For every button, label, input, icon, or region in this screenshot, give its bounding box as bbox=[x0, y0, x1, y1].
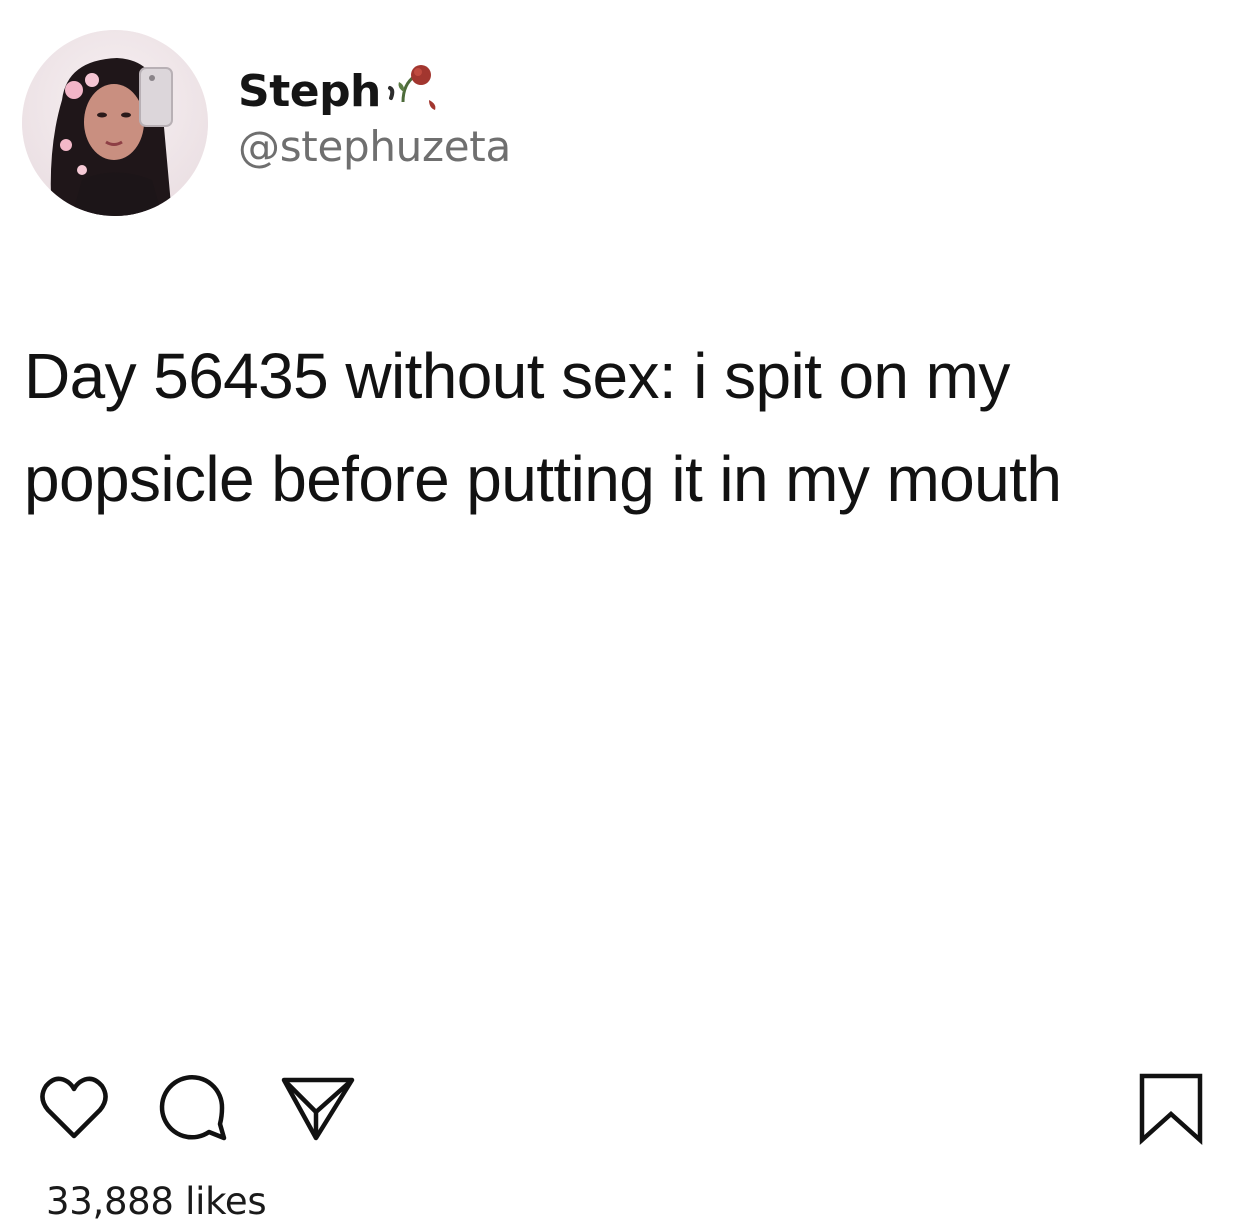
paper-plane-icon[interactable] bbox=[276, 1070, 360, 1151]
avatar[interactable] bbox=[22, 30, 208, 216]
display-name[interactable]: Steph bbox=[238, 66, 381, 117]
user-handle[interactable]: @stephuzeta bbox=[238, 122, 511, 171]
bookmark-icon[interactable] bbox=[1136, 1070, 1206, 1151]
speech-bubble-icon[interactable] bbox=[154, 1070, 230, 1151]
post-text: Day 56435 without sex: i spit on my pops… bbox=[24, 340, 1062, 515]
post-header: Steph @stephuzeta bbox=[22, 30, 511, 216]
likes-count[interactable]: 33,888 likes bbox=[46, 1180, 267, 1223]
wilted-rose-icon bbox=[385, 58, 443, 119]
action-bar bbox=[36, 1070, 1206, 1150]
display-name-row: Steph bbox=[238, 62, 511, 120]
heart-icon[interactable] bbox=[36, 1070, 112, 1151]
user-info: Steph @stephuzeta bbox=[238, 62, 511, 171]
avatar-image bbox=[22, 30, 208, 216]
